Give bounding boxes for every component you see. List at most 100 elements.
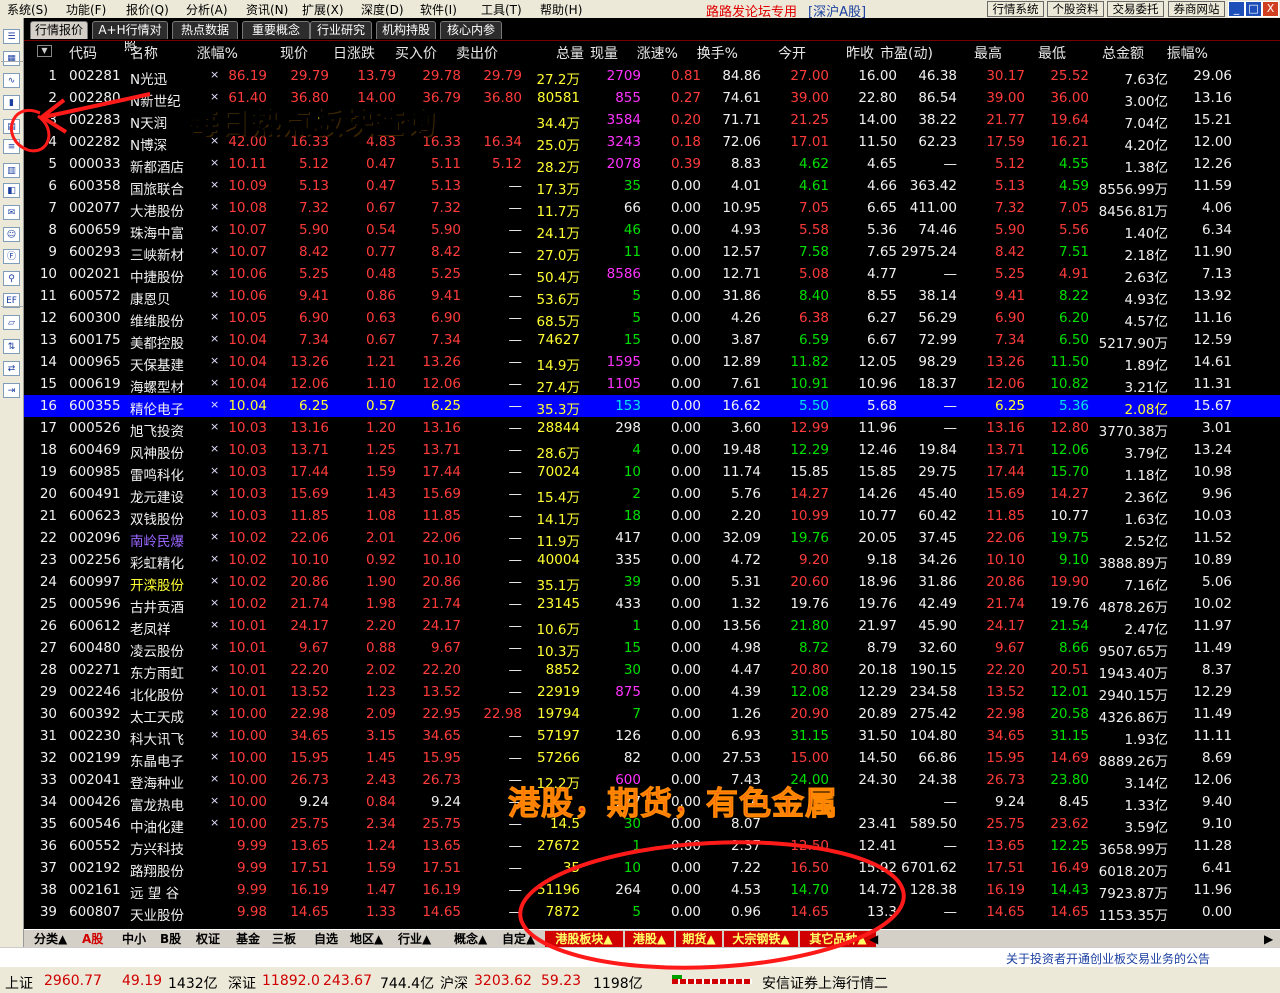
exchange-icon[interactable]: ⇄: [3, 361, 20, 376]
table-row[interactable]: 10 002021 中捷股份 × 10.06 5.25 0.48 5.25 — 50.4万 8586…: [24, 263, 1280, 286]
market-tab[interactable]: 三板: [272, 931, 296, 947]
menu-item[interactable]: 扩展(X): [302, 1, 344, 18]
menu-item[interactable]: 资讯(N): [246, 1, 288, 18]
menu-button[interactable]: 券商网站: [1168, 1, 1225, 17]
table-row[interactable]: 39 600807 天业股份 9.98 14.65 1.33 14.65 — 7872 5 0.00…: [24, 901, 1280, 924]
maximize-icon[interactable]: □: [1245, 1, 1262, 17]
market-tab[interactable]: 自定▲: [502, 931, 535, 947]
table-row[interactable]: 26 600612 老凤祥 × 10.01 24.17 2.20 24.17 — 10.6万 1 0.…: [24, 615, 1280, 638]
trade-icon[interactable]: ⇅: [3, 339, 20, 354]
menu-item[interactable]: 功能(F): [66, 1, 106, 18]
table-row[interactable]: 6 600358 国旅联合 × 10.09 5.13 0.47 5.13 — 17.3万 35 0.0…: [24, 175, 1280, 198]
table-row[interactable]: 22 002096 南岭民爆 × 10.02 22.06 2.01 22.06 — 11.9万 41…: [24, 527, 1280, 550]
column-header[interactable]: 现量: [590, 43, 618, 63]
table-icon[interactable]: ▥: [3, 163, 20, 178]
menu-item[interactable]: 软件(I): [420, 1, 457, 18]
news-icon[interactable]: ≡: [3, 139, 20, 154]
market-tab[interactable]: A股: [82, 931, 103, 947]
menu-item[interactable]: 分析(A): [186, 1, 228, 18]
column-header[interactable]: 换手%: [697, 43, 738, 63]
table-row[interactable]: 11 600572 康恩贝 × 10.06 9.41 0.86 9.41 — 53.6万 5 0.00…: [24, 285, 1280, 308]
column-header[interactable]: 昨收: [846, 43, 874, 63]
menu-item[interactable]: 报价(Q): [126, 1, 169, 18]
mail-icon[interactable]: ✉: [3, 205, 20, 220]
quote-list-icon[interactable]: ☰: [3, 29, 20, 44]
market-tab[interactable]: 港股▲: [625, 931, 674, 947]
table-row[interactable]: 38 002161 远 望 谷 9.99 16.19 1.47 16.19 — 51196 264…: [24, 879, 1280, 902]
tab-0[interactable]: 行情报价: [30, 21, 88, 39]
search-icon[interactable]: ⚲: [3, 271, 20, 286]
menu-button[interactable]: 行情系统: [987, 1, 1044, 17]
calc-icon[interactable]: ◧: [3, 183, 20, 198]
table-row[interactable]: 1 002281 N光迅 × 86.19 29.79 13.79 29.78 29.79 27.2…: [24, 65, 1280, 88]
exit-icon[interactable]: ⇥: [3, 383, 20, 398]
column-header[interactable]: 买入价: [395, 43, 437, 63]
column-header[interactable]: 总量: [556, 43, 584, 63]
table-row[interactable]: 31 002230 科大讯飞 × 10.00 34.65 3.15 34.65 — 57197 12…: [24, 725, 1280, 748]
market-tab[interactable]: B股: [160, 931, 181, 947]
column-header[interactable]: 涨速%: [637, 43, 678, 63]
line-chart-icon[interactable]: ∿: [3, 73, 20, 88]
table-row[interactable]: 30 600392 太工天成 × 10.00 22.98 2.09 22.95 22.98 197…: [24, 703, 1280, 726]
tab-6[interactable]: 核心内参: [440, 21, 502, 39]
menu-item[interactable]: 帮助(H): [540, 1, 582, 18]
column-header[interactable]: 振幅%: [1167, 43, 1208, 63]
table-row[interactable]: 15 000619 海螺型材 × 10.04 12.06 1.10 12.06 — 27.4万 11…: [24, 373, 1280, 396]
table-row[interactable]: 8 600659 珠海中富 × 10.07 5.90 0.54 5.90 — 24.1万 46 0.0…: [24, 219, 1280, 242]
market-tab[interactable]: 权证: [196, 931, 220, 947]
column-header[interactable]: 代码: [69, 43, 97, 63]
market-tab[interactable]: 基金: [236, 931, 260, 947]
scroll-left-icon[interactable]: ◀: [869, 931, 878, 947]
ticker-text[interactable]: 关于投资者开通创业板交易业务的公告: [1006, 950, 1210, 967]
table-row[interactable]: 9 600293 三峡新材 × 10.07 8.42 0.77 8.42 — 27.0万 11 0.0…: [24, 241, 1280, 264]
market-tab[interactable]: 期货▲: [676, 931, 722, 947]
column-header[interactable]: 名称: [130, 43, 158, 63]
table-row[interactable]: 7 002077 大港股份 × 10.08 7.32 0.67 7.32 — 11.7万 66 0.0…: [24, 197, 1280, 220]
scroll-right-icon[interactable]: ▶: [1264, 931, 1273, 947]
table-row[interactable]: 14 000965 天保基建 × 10.04 13.26 1.21 13.26 — 14.9万 15…: [24, 351, 1280, 374]
column-header[interactable]: 今开: [778, 43, 806, 63]
fund-icon[interactable]: Ⓕ: [3, 249, 20, 264]
menu-item[interactable]: 深度(D): [361, 1, 404, 18]
menu-item[interactable]: 工具(T): [481, 1, 522, 18]
table-row[interactable]: 23 002256 彩虹精化 × 10.02 10.10 0.92 10.10 — 40004 33…: [24, 549, 1280, 572]
tab-4[interactable]: 行业研究: [310, 21, 372, 39]
market-tab[interactable]: 行业▲: [398, 931, 431, 947]
menu-button[interactable]: 交易委托: [1107, 1, 1164, 17]
sort-toggle-icon[interactable]: ▼: [37, 45, 52, 57]
users-icon[interactable]: ☺: [3, 227, 20, 242]
table-row[interactable]: 36 600552 方兴科技 9.99 13.65 1.24 13.65 — 27672 1 0.0…: [24, 835, 1280, 858]
column-header[interactable]: 最高: [974, 43, 1002, 63]
tab-1[interactable]: A+H行情对照: [92, 21, 168, 53]
doc-icon[interactable]: ▤: [3, 119, 20, 134]
table-row[interactable]: 32 002199 东晶电子 × 10.00 15.95 1.45 15.95 — 57266 82…: [24, 747, 1280, 770]
column-header[interactable]: 总金额: [1102, 43, 1144, 63]
market-tab[interactable]: 大宗钢铁▲: [724, 931, 798, 947]
table-row[interactable]: 13 600175 美都控股 × 10.04 7.34 0.67 7.34 — 74627 15 0.…: [24, 329, 1280, 352]
table-row[interactable]: 35 600546 中油化建 × 10.00 25.75 2.34 25.75 — 14.5 30 0…: [24, 813, 1280, 836]
table-row[interactable]: 29 002246 北化股份 × 10.01 13.52 1.23 13.52 — 22919 87…: [24, 681, 1280, 704]
table-row[interactable]: 27 600480 凌云股份 × 10.01 9.67 0.88 9.67 — 10.3万 15 0.…: [24, 637, 1280, 660]
table-row[interactable]: 20 600491 龙元建设 × 10.03 15.69 1.43 15.69 — 15.4万 2 0…: [24, 483, 1280, 506]
table-row[interactable]: 19 600985 雷鸣科化 × 10.03 17.44 1.59 17.44 — 70024 10…: [24, 461, 1280, 484]
table-row[interactable]: 18 600469 风神股份 × 10.03 13.71 1.25 13.71 — 28.6万 4 0…: [24, 439, 1280, 462]
table-row[interactable]: 37 002192 路翔股份 9.99 17.51 1.59 17.51 — 35 10 0.00 7…: [24, 857, 1280, 880]
column-header[interactable]: 日涨跌: [333, 43, 375, 63]
table-row[interactable]: 34 000426 富龙热电 × 10.00 9.24 0.84 9.24 — 177 0.00 7.…: [24, 791, 1280, 814]
column-header[interactable]: 卖出价: [456, 43, 498, 63]
market-tab[interactable]: 其它品种▲: [800, 931, 876, 947]
table-row[interactable]: 12 600300 维维股份 × 10.05 6.90 0.63 6.90 — 68.5万 5 0.0…: [24, 307, 1280, 330]
column-header[interactable]: 最低: [1038, 43, 1066, 63]
table-row[interactable]: 24 600997 开滦股份 × 10.02 20.86 1.90 20.86 — 35.1万 39…: [24, 571, 1280, 594]
market-tab[interactable]: 分类▲: [34, 931, 67, 947]
minimize-icon[interactable]: _: [1228, 1, 1245, 17]
table-row[interactable]: 25 000596 古井贡酒 × 10.02 21.74 1.98 21.74 — 23145 43…: [24, 593, 1280, 616]
column-header[interactable]: 现价: [280, 43, 308, 63]
table-row[interactable]: 16 600355 精伦电子 × 10.04 6.25 0.57 6.25 — 35.3万 153 0…: [24, 395, 1280, 418]
table-row[interactable]: 21 600623 双钱股份 × 10.03 11.85 1.08 11.85 — 14.1万 18…: [24, 505, 1280, 528]
tab-5[interactable]: 机构持股: [376, 21, 436, 39]
table-row[interactable]: 33 002041 登海种业 × 10.00 26.73 2.43 26.73 — 12.2万 60…: [24, 769, 1280, 792]
column-header[interactable]: 涨幅%: [197, 43, 238, 63]
market-tab[interactable]: 概念▲: [454, 931, 487, 947]
grid-icon[interactable]: ▦: [3, 51, 20, 66]
